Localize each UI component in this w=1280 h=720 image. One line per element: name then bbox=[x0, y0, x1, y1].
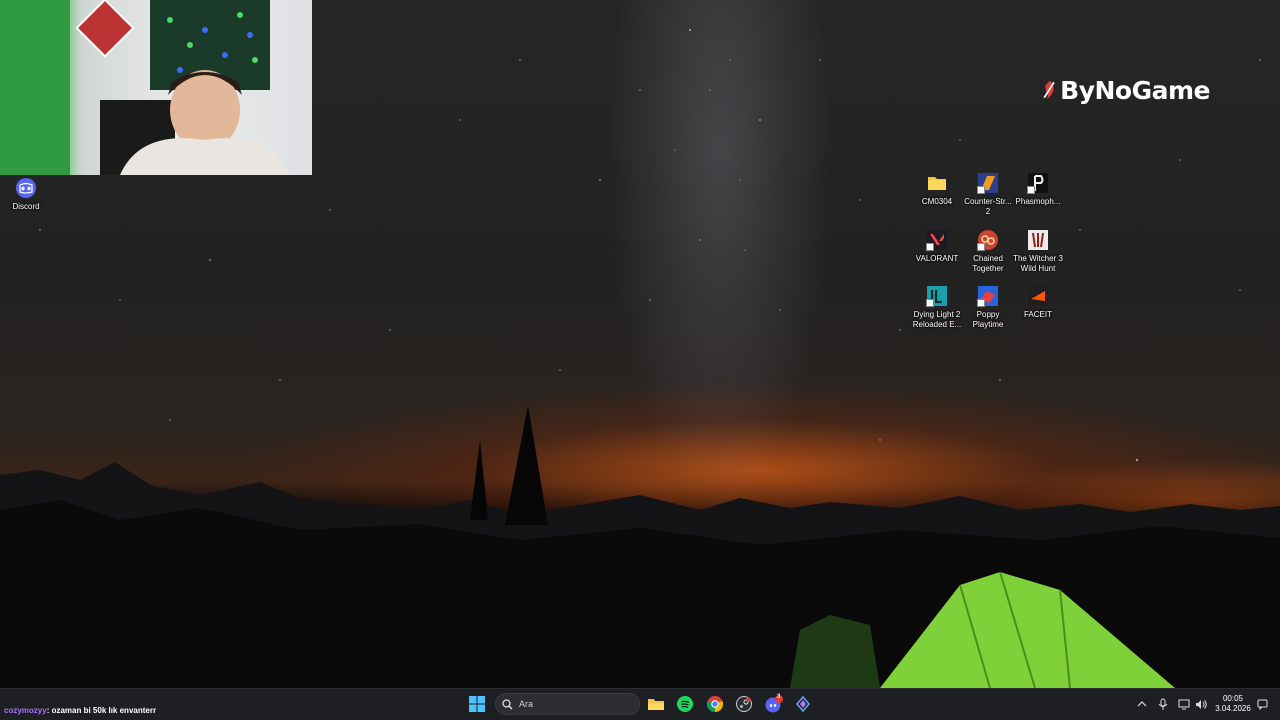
desktop-icon-dying-light[interactable]: Dying Light 2 Reloaded E... bbox=[911, 285, 963, 330]
taskbar-discord[interactable]: 3 bbox=[762, 692, 786, 716]
start-icon bbox=[469, 696, 485, 712]
shortcut-arrow-icon bbox=[977, 186, 985, 194]
notification-badge: 3 bbox=[777, 694, 781, 700]
faceit-icon bbox=[1027, 285, 1049, 307]
taskbar-chrome[interactable] bbox=[703, 692, 727, 716]
taskbar-file-explorer[interactable] bbox=[644, 692, 668, 716]
spotify-icon bbox=[677, 696, 693, 712]
notification-center-button[interactable] bbox=[1256, 696, 1268, 712]
desktop-icon-counter-strike[interactable]: Counter-Str... 2 bbox=[962, 172, 1014, 217]
desktop-icon-label: VALORANT bbox=[915, 254, 959, 263]
tray-volume[interactable] bbox=[1194, 696, 1208, 712]
tray-overflow-button[interactable] bbox=[1136, 696, 1148, 712]
chevron-up-icon bbox=[1137, 701, 1147, 707]
shortcut-arrow-icon bbox=[926, 243, 934, 251]
desktop-icon-faceit[interactable]: FACEIT bbox=[1012, 285, 1064, 320]
desktop-icon-phasmophobia[interactable]: Phasmoph... bbox=[1012, 172, 1064, 207]
desktop-icon-label: The Witcher 3 Wild Hunt bbox=[1013, 254, 1063, 273]
clock-date: 3.04.2026 bbox=[1215, 704, 1251, 713]
valorant-icon bbox=[926, 229, 948, 251]
desktop-icon-label: Phasmoph... bbox=[1015, 197, 1061, 206]
discord-icon bbox=[15, 177, 37, 199]
search-icon bbox=[502, 698, 513, 709]
start-button[interactable] bbox=[465, 692, 489, 716]
chat-message: cozymozyy: ozaman bi 50k lık envanterr bbox=[4, 706, 156, 715]
tray-microphone[interactable] bbox=[1157, 696, 1169, 712]
desktop-icon-poppy-playtime[interactable]: Poppy Playtime bbox=[962, 285, 1014, 330]
desktop-icon-chained-together[interactable]: Chained Together bbox=[962, 229, 1014, 274]
folder-icon bbox=[926, 172, 948, 194]
shortcut-arrow-icon bbox=[1027, 186, 1035, 194]
dying-light-icon bbox=[926, 285, 948, 307]
desktop-icon-discord[interactable]: Discord bbox=[0, 177, 52, 212]
network-icon bbox=[1178, 699, 1189, 709]
webcam-overlay bbox=[0, 0, 312, 175]
search-placeholder: Ara bbox=[519, 699, 534, 709]
desktop-icon-label: Dying Light 2 Reloaded E... bbox=[912, 310, 962, 329]
shortcut-arrow-icon bbox=[977, 243, 985, 251]
steam-icon bbox=[736, 696, 752, 712]
notification-icon bbox=[1257, 699, 1267, 710]
desktop-icon-label: CM0304 bbox=[921, 197, 953, 206]
taskbar-steam[interactable] bbox=[732, 692, 756, 716]
microphone-icon bbox=[1158, 698, 1168, 710]
clock-time: 00:05 bbox=[1222, 694, 1244, 703]
desktop-icon-label: Counter-Str... 2 bbox=[964, 197, 1012, 216]
desktop-icon-label: FACEIT bbox=[1023, 310, 1052, 319]
witcher-icon bbox=[1027, 229, 1049, 251]
desktop-icon-label: Discord bbox=[12, 202, 40, 211]
chrome-icon bbox=[707, 696, 723, 712]
counter-strike-icon bbox=[977, 172, 999, 194]
phasmophobia-icon bbox=[1027, 172, 1049, 194]
chat-text: : ozaman bi 50k lık envanterr bbox=[46, 706, 157, 715]
bynogame-logo: ByNoGame bbox=[1040, 72, 1210, 108]
brand-name: ByNoGame bbox=[1060, 75, 1210, 105]
taskbar-app[interactable] bbox=[791, 692, 815, 716]
chained-together-icon bbox=[977, 229, 999, 251]
desktop-icon-label: Poppy Playtime bbox=[972, 310, 1004, 329]
file-explorer-icon bbox=[648, 699, 664, 710]
taskbar-spotify[interactable] bbox=[673, 692, 697, 716]
poppy-playtime-icon bbox=[977, 285, 999, 307]
bynogame-logo-icon bbox=[1043, 80, 1055, 100]
shortcut-arrow-icon bbox=[926, 299, 934, 307]
taskbar-clock[interactable]: 00:05 3.04.2026 bbox=[1210, 694, 1256, 714]
desktop-icon-valorant[interactable]: VALORANT bbox=[911, 229, 963, 264]
chat-username: cozymozyy bbox=[4, 706, 47, 715]
taskbar-search[interactable]: Ara bbox=[495, 693, 640, 715]
volume-icon bbox=[1195, 699, 1207, 709]
taskbar bbox=[0, 688, 1280, 720]
desktop-icon-witcher[interactable]: The Witcher 3 Wild Hunt bbox=[1012, 229, 1064, 274]
desktop-icon-label: Chained Together bbox=[972, 254, 1004, 273]
app-icon bbox=[796, 696, 810, 712]
shortcut-arrow-icon bbox=[977, 299, 985, 307]
desktop-icon-cm0304[interactable]: CM0304 bbox=[911, 172, 963, 207]
tray-network[interactable] bbox=[1177, 696, 1191, 712]
mountain-silhouette bbox=[0, 405, 1280, 688]
